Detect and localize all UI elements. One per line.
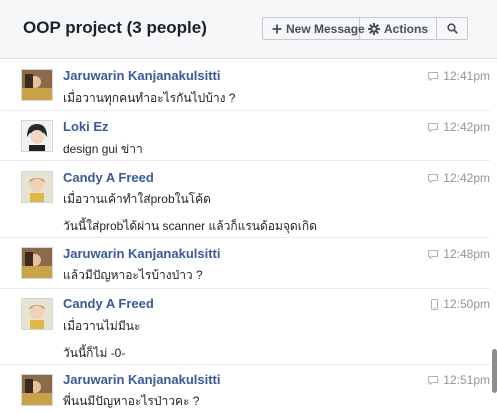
- message-timestamp: 12:48pm: [428, 247, 490, 261]
- message-item: Jaruwarin Kanjanakulsitti พี่นนมีปัญหาอะ…: [0, 364, 490, 414]
- new-message-button[interactable]: New Message: [263, 18, 365, 39]
- conversation-title: OOP project (3 people): [23, 18, 207, 37]
- actions-label: Actions: [384, 21, 429, 36]
- timestamp-text: 12:42pm: [443, 120, 490, 134]
- sender-name[interactable]: Jaruwarin Kanjanakulsitti: [63, 246, 221, 261]
- message-timestamp: 12:41pm: [428, 69, 490, 83]
- chat-bubble-icon: [428, 375, 439, 385]
- chat-bubble-icon: [428, 173, 439, 183]
- message-item: Candy A Freed เมื่อวานไม่มีนะ วันนี้ก็ไม…: [0, 288, 490, 365]
- scrollbar-thumb[interactable]: [492, 349, 497, 393]
- new-message-label: New Message: [286, 21, 365, 36]
- message-list: Jaruwarin Kanjanakulsitti เมื่อวานทุกคนท…: [0, 59, 497, 413]
- message-item: Loki Ez design gui ข่าา 12:42pm: [0, 110, 490, 161]
- search-button[interactable]: [437, 18, 467, 39]
- plus-icon: [272, 24, 282, 34]
- sender-name[interactable]: Loki Ez: [63, 119, 109, 134]
- sender-name[interactable]: Jaruwarin Kanjanakulsitti: [63, 68, 221, 83]
- timestamp-text: 12:50pm: [443, 297, 490, 311]
- gear-icon: [368, 22, 380, 35]
- mobile-phone-icon: [431, 298, 439, 310]
- timestamp-text: 12:42pm: [443, 171, 490, 185]
- avatar[interactable]: [21, 374, 53, 406]
- message-text: พี่นนมีปัญหาอะไรป่าวคะ ?: [63, 394, 200, 408]
- message-item: Candy A Freed เมื่อวานเค้าทำใส่probในโค้…: [0, 160, 490, 238]
- message-text: เมื่อวานทุกคนทำอะไรกันไปบ้าง ?: [63, 91, 236, 105]
- sender-name[interactable]: Jaruwarin Kanjanakulsitti: [63, 372, 221, 387]
- sender-name[interactable]: Candy A Freed: [63, 296, 154, 311]
- message-text: วันนี้ใส่probได้ผ่าน scanner แล้วก็แรนด้…: [63, 219, 317, 233]
- avatar[interactable]: [21, 247, 53, 279]
- message-timestamp: 12:50pm: [431, 297, 490, 311]
- message-item: Jaruwarin Kanjanakulsitti แล้วมีปัญหาอะไ…: [0, 237, 490, 289]
- timestamp-text: 12:48pm: [443, 247, 490, 261]
- avatar[interactable]: [21, 69, 53, 101]
- sender-name[interactable]: Candy A Freed: [63, 170, 154, 185]
- message-text: แล้วมีปัญหาอะไรบ้างป่าว ?: [63, 268, 203, 282]
- timestamp-text: 12:51pm: [443, 373, 490, 387]
- message-text: เมื่อวานไม่มีนะ: [63, 319, 141, 333]
- timestamp-text: 12:41pm: [443, 69, 490, 83]
- message-text: เมื่อวานเค้าทำใส่probในโค้ด: [63, 192, 211, 206]
- avatar[interactable]: [21, 298, 53, 330]
- header-toolbar: New Message Actions: [262, 17, 468, 40]
- conversation-header: OOP project (3 people) New Message Actio…: [0, 0, 497, 59]
- message-timestamp: 12:42pm: [428, 171, 490, 185]
- actions-button[interactable]: Actions: [360, 18, 437, 39]
- chat-bubble-icon: [428, 122, 439, 132]
- message-timestamp: 12:51pm: [428, 373, 490, 387]
- search-icon: [446, 23, 458, 34]
- message-item: Jaruwarin Kanjanakulsitti เมื่อวานทุกคนท…: [0, 59, 490, 109]
- avatar[interactable]: [21, 171, 53, 203]
- message-timestamp: 12:42pm: [428, 120, 490, 134]
- avatar[interactable]: [21, 120, 53, 152]
- chat-bubble-icon: [428, 249, 439, 259]
- message-text: วันนี้ก็ไม่ -0-: [63, 346, 126, 360]
- message-text: design gui ข่าา: [63, 142, 143, 156]
- chat-bubble-icon: [428, 71, 439, 81]
